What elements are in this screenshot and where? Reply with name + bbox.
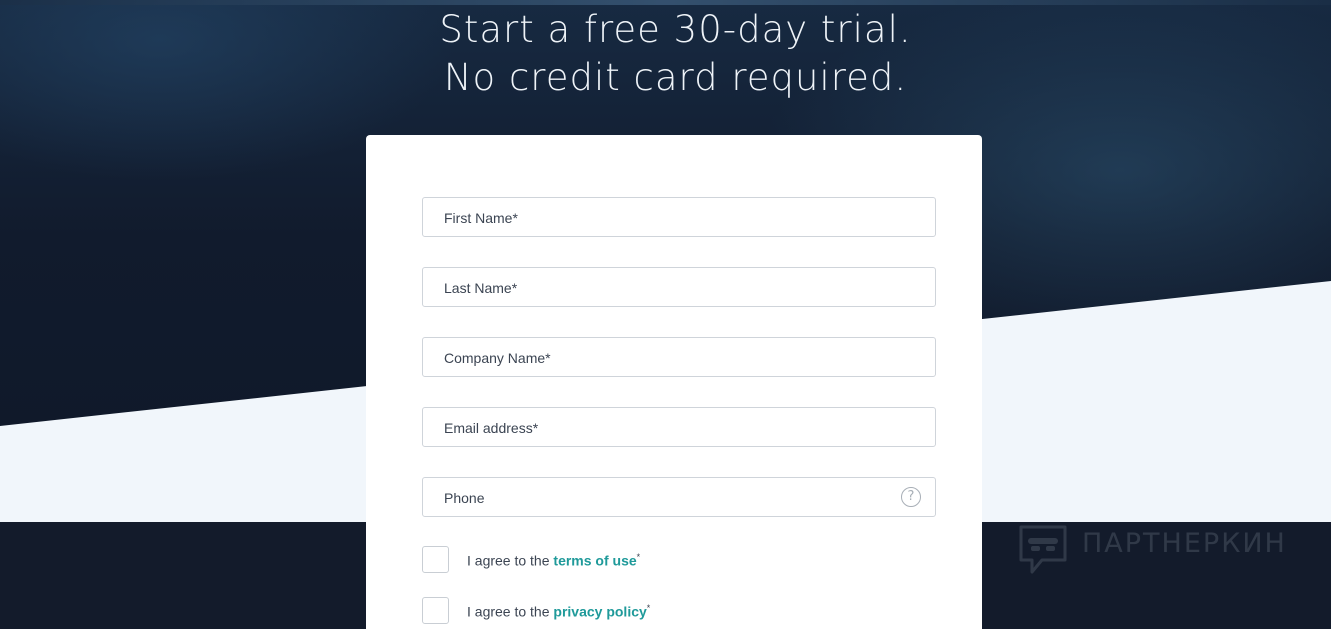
terms-of-use-link[interactable]: terms of use: [553, 553, 636, 569]
email-placeholder: Email address*: [444, 420, 539, 436]
partnerkin-watermark: ПАРТНЕРКИН: [1018, 524, 1308, 576]
first-name-placeholder: First Name*: [444, 210, 518, 226]
watermark-text: ПАРТНЕРКИН: [1082, 528, 1287, 559]
privacy-agreement-row: I agree to the privacy policy*: [422, 597, 936, 624]
terms-checkbox[interactable]: [422, 546, 449, 573]
terms-required-mark: *: [636, 552, 641, 562]
last-name-input[interactable]: Last Name*: [422, 267, 936, 307]
email-input[interactable]: Email address*: [422, 407, 936, 447]
terms-label: I agree to the terms of use*: [467, 552, 640, 569]
privacy-prefix: I agree to the: [467, 603, 550, 620]
privacy-required-mark: *: [646, 603, 651, 613]
company-name-placeholder: Company Name*: [444, 350, 551, 366]
privacy-label: I agree to the privacy policy*: [467, 603, 650, 620]
company-name-input[interactable]: Company Name*: [422, 337, 936, 377]
last-name-placeholder: Last Name*: [444, 280, 518, 296]
privacy-checkbox[interactable]: [422, 597, 449, 624]
privacy-policy-link[interactable]: privacy policy: [553, 604, 646, 620]
chat-mask-logo-icon: [1019, 525, 1067, 574]
terms-agreement-row: I agree to the terms of use*: [422, 546, 936, 573]
signup-form-card: First Name* Last Name* Company Name* Ema…: [366, 135, 982, 629]
headline-line-1: Start a free 30-day trial.: [439, 8, 912, 51]
terms-prefix: I agree to the: [467, 552, 550, 569]
phone-input[interactable]: Phone ?: [422, 477, 936, 517]
question-circle-icon[interactable]: ?: [901, 487, 921, 507]
page-headline: Start a free 30-day trial. No credit car…: [0, 6, 1331, 102]
headline-line-2: No credit card required.: [443, 56, 908, 99]
phone-placeholder: Phone: [444, 490, 485, 506]
first-name-input[interactable]: First Name*: [422, 197, 936, 237]
